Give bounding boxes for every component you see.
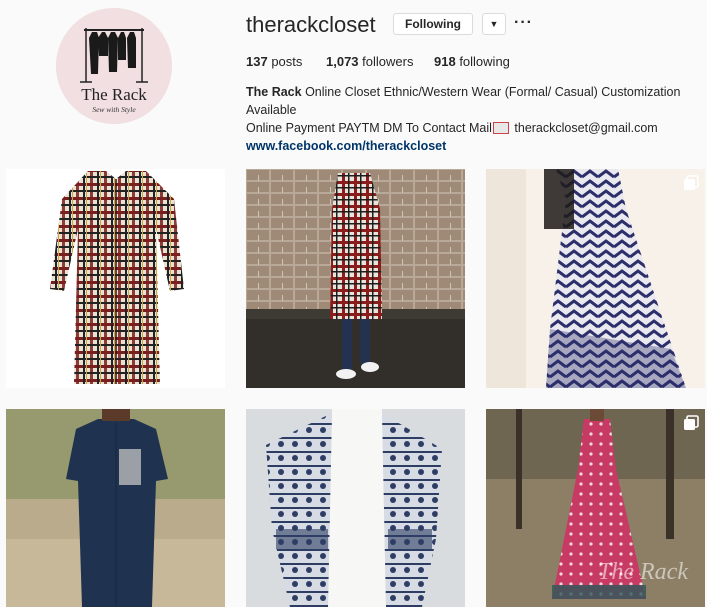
followers-count-stat[interactable]: 1,073 followers xyxy=(326,54,413,69)
bio-line-2: Online Payment PAYTM DM To Contact Mail … xyxy=(246,121,658,135)
post-image-block-print-dupatta xyxy=(246,409,465,607)
the-rack-logo: The Rack Sew with Style xyxy=(56,8,172,124)
the-rack-watermark: The Rack xyxy=(598,559,688,585)
following-count-stat[interactable]: 918 following xyxy=(434,54,510,69)
posts-count-stat: 137 posts xyxy=(246,54,303,69)
chevron-down-icon: ▼ xyxy=(489,19,499,29)
post-image-brick-wall-model xyxy=(246,169,465,388)
post-thumbnail-1[interactable] xyxy=(6,169,225,388)
suggestions-dropdown-button[interactable]: ▼ xyxy=(482,13,506,35)
multiple-photos-icon xyxy=(684,415,699,430)
post-image-navy-kurta xyxy=(6,409,225,607)
profile-avatar[interactable]: The Rack Sew with Style xyxy=(56,8,172,124)
envelope-emoji-icon xyxy=(492,121,509,134)
profile-username: therackcloset xyxy=(246,12,376,37)
post-thumbnail-6[interactable]: The Rack xyxy=(486,409,705,607)
multiple-photos-icon xyxy=(684,175,699,190)
logo-tagline-text: Sew with Style xyxy=(92,105,136,114)
logo-brand-text: The Rack xyxy=(81,85,147,104)
bio-line-1: The Rack Online Closet Ethnic/Western We… xyxy=(246,85,681,117)
following-button[interactable]: Following xyxy=(393,13,473,35)
post-image-chevron-saree xyxy=(486,169,705,388)
profile-bio: The Rack Online Closet Ethnic/Western We… xyxy=(246,83,704,155)
bio-website-link[interactable]: www.facebook.com/therackcloset xyxy=(246,137,704,155)
post-image-plaid-dress xyxy=(6,169,225,388)
more-options-icon[interactable]: ··· xyxy=(514,14,533,32)
bio-full-name: The Rack xyxy=(246,85,302,99)
post-thumbnail-2[interactable] xyxy=(246,169,465,388)
post-thumbnail-4[interactable] xyxy=(6,409,225,607)
post-thumbnail-3[interactable] xyxy=(486,169,705,388)
post-thumbnail-5[interactable] xyxy=(246,409,465,607)
